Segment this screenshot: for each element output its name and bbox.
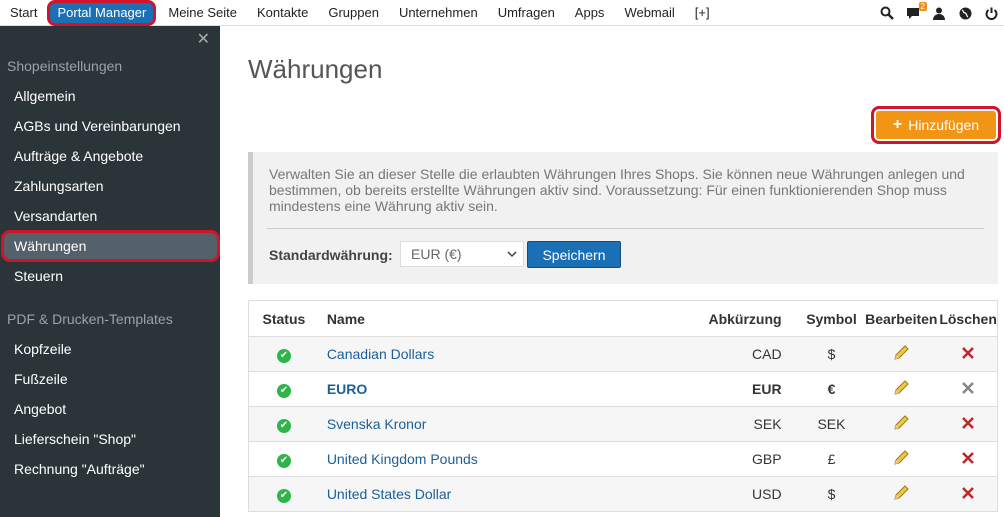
pencil-icon[interactable] xyxy=(892,449,910,470)
table-header: Status Name Abkürzung Symbol Bearbeiten … xyxy=(249,301,997,336)
pencil-icon[interactable] xyxy=(892,344,910,365)
col-name[interactable]: Name xyxy=(319,311,668,327)
sidebar-item-fusszeile[interactable]: Fußzeile xyxy=(0,364,220,394)
currency-name-link[interactable]: Canadian Dollars xyxy=(319,346,668,362)
sidebar-item-lieferschein[interactable]: Lieferschein "Shop" xyxy=(0,424,220,454)
add-button[interactable]: + Hinzufügen xyxy=(871,106,1001,144)
delete-icon[interactable] xyxy=(961,346,975,363)
currency-table: Status Name Abkürzung Symbol Bearbeiten … xyxy=(248,300,998,512)
divider xyxy=(267,228,984,229)
currency-name-link[interactable]: Svenska Kronor xyxy=(319,416,668,432)
sidebar-item-agbs[interactable]: AGBs und Vereinbarungen xyxy=(0,111,220,141)
chat-icon[interactable]: 2 xyxy=(903,0,927,26)
currency-abbr: CAD xyxy=(752,346,782,362)
currency-name-link[interactable]: EURO xyxy=(319,381,668,397)
nav-unternehmen[interactable]: Unternehmen xyxy=(389,0,488,26)
currency-name-link[interactable]: United States Dollar xyxy=(319,486,668,502)
currency-abbr: GBP xyxy=(751,451,782,467)
default-currency-label: Standardwährung: xyxy=(269,247,393,263)
check-icon[interactable]: ✔ xyxy=(276,454,291,468)
sidebar-item-rechnung[interactable]: Rechnung "Aufträge" xyxy=(0,454,220,484)
info-box: Verwalten Sie an dieser Stelle die erlau… xyxy=(248,152,998,284)
currency-symbol: € xyxy=(827,381,836,397)
nav-more[interactable]: [+] xyxy=(685,0,720,26)
sidebar-item-zahlungsarten[interactable]: Zahlungsarten xyxy=(0,171,220,201)
nav-umfragen[interactable]: Umfragen xyxy=(488,0,565,26)
default-currency-select[interactable]: EUR (€) xyxy=(400,241,524,267)
currency-abbr: SEK xyxy=(753,416,782,432)
info-text: Verwalten Sie an dieser Stelle die erlau… xyxy=(269,166,965,214)
delete-icon[interactable] xyxy=(961,486,975,503)
table-row: ✔ Canadian Dollars CAD $ xyxy=(249,336,997,371)
globe-icon[interactable] xyxy=(955,0,975,26)
save-button[interactable]: Speichern xyxy=(527,241,621,268)
sidebar-item-steuern[interactable]: Steuern xyxy=(0,261,220,291)
check-icon[interactable]: ✔ xyxy=(276,384,291,398)
pencil-icon[interactable] xyxy=(892,484,910,505)
col-status[interactable]: Status xyxy=(249,311,319,327)
top-icons: 2 xyxy=(874,0,1004,26)
user-icon[interactable] xyxy=(929,0,949,26)
nav-apps[interactable]: Apps xyxy=(565,0,615,26)
sidebar-item-auftraege[interactable]: Aufträge & Angebote xyxy=(0,141,220,171)
col-symbol[interactable]: Symbol xyxy=(800,311,864,327)
check-icon[interactable]: ✔ xyxy=(276,349,291,363)
col-delete: Löschen xyxy=(939,310,997,327)
notification-badge: 2 xyxy=(918,2,927,11)
power-icon[interactable] xyxy=(981,0,1001,26)
nav-gruppen[interactable]: Gruppen xyxy=(318,0,389,26)
currency-symbol: £ xyxy=(827,451,836,467)
delete-icon[interactable] xyxy=(961,416,975,433)
col-edit: Bearbeiten xyxy=(865,310,938,327)
table-row: ✔ Svenska Kronor SEK SEK xyxy=(249,406,997,441)
table-row: ✔ EURO EUR € xyxy=(249,371,997,406)
sidebar-item-waehrungen[interactable]: Währungen xyxy=(1,230,220,262)
nav-meine-seite[interactable]: Meine Seite xyxy=(158,0,247,26)
sidebar-item-kopfzeile[interactable]: Kopfzeile xyxy=(0,334,220,364)
nav-kontakte[interactable]: Kontakte xyxy=(247,0,318,26)
default-currency-value: EUR (€) xyxy=(411,246,462,262)
pencil-icon[interactable] xyxy=(892,379,910,400)
add-button-label: Hinzufügen xyxy=(908,117,980,133)
delete-icon-disabled xyxy=(961,381,975,398)
plus-icon: + xyxy=(892,116,903,133)
currency-name-link[interactable]: United Kingdom Pounds xyxy=(319,451,668,467)
currency-abbr: USD xyxy=(752,486,782,502)
table-row: ✔ United Kingdom Pounds GBP £ xyxy=(249,441,997,476)
nav-start[interactable]: Start xyxy=(0,0,47,26)
sidebar: ✕ Shopeinstellungen Allgemein AGBs und V… xyxy=(0,26,220,517)
sidebar-item-versandarten[interactable]: Versandarten xyxy=(0,201,220,231)
page-title: Währungen xyxy=(248,54,383,84)
col-abbr[interactable]: Abkürzung xyxy=(668,311,800,327)
sidebar-section-pdf: PDF & Drucken-Templates xyxy=(7,311,173,327)
sidebar-item-allgemein[interactable]: Allgemein xyxy=(0,81,220,111)
close-icon[interactable]: ✕ xyxy=(197,29,210,49)
sidebar-item-angebot[interactable]: Angebot xyxy=(0,394,220,424)
check-icon[interactable]: ✔ xyxy=(276,419,291,433)
chevron-down-icon xyxy=(507,242,517,274)
currency-symbol: $ xyxy=(827,346,836,362)
nav-portal-manager[interactable]: Portal Manager xyxy=(47,0,157,26)
top-navigation: Start Portal Manager Meine Seite Kontakt… xyxy=(0,0,1004,26)
pencil-icon[interactable] xyxy=(892,414,910,435)
search-icon[interactable] xyxy=(877,0,897,26)
table-row: ✔ United States Dollar USD $ xyxy=(249,476,997,511)
currency-symbol: SEK xyxy=(817,416,846,432)
currency-symbol: $ xyxy=(827,486,836,502)
delete-icon[interactable] xyxy=(961,451,975,468)
sidebar-section-shop: Shopeinstellungen xyxy=(7,58,123,74)
check-icon[interactable]: ✔ xyxy=(276,489,291,503)
main-content: Währungen + Hinzufügen Verwalten Sie an … xyxy=(220,26,1004,517)
currency-abbr: EUR xyxy=(752,381,782,397)
nav-webmail[interactable]: Webmail xyxy=(614,0,684,26)
